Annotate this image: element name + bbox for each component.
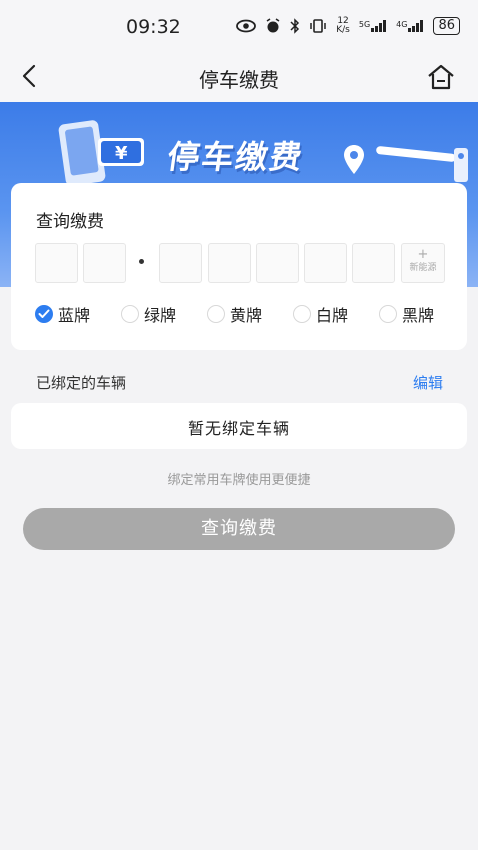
plate-color-blue[interactable]: 蓝牌 <box>35 302 90 326</box>
plate-color-label: 黑牌 <box>402 306 435 325</box>
status-time: 09:32 <box>126 16 181 38</box>
yuan-symbol: ¥ <box>115 143 128 164</box>
plate-char-4[interactable] <box>208 243 251 283</box>
empty-state-text: 暂无绑定车辆 <box>187 419 290 438</box>
plate-color-label: 黄牌 <box>230 306 263 325</box>
query-payment-button[interactable]: 查询缴费 <box>23 508 455 550</box>
edit-link[interactable]: 编辑 <box>413 372 443 393</box>
vibrate-icon <box>310 19 326 33</box>
query-title: 查询缴费 <box>36 212 104 232</box>
net-speed: 12 K/s <box>336 17 350 35</box>
plate-char-5[interactable] <box>256 243 299 283</box>
plate-color-label: 绿牌 <box>144 306 177 325</box>
alarm-icon <box>266 18 280 33</box>
bluetooth-icon <box>290 18 300 34</box>
battery-indicator: 86 <box>433 17 460 35</box>
signal-5g: 5G <box>359 20 387 32</box>
plate-color-black[interactable]: 黑牌 <box>379 302 434 326</box>
signal-icon <box>371 20 387 32</box>
signal-icon <box>408 20 424 32</box>
plus-icon: + <box>417 247 429 262</box>
status-bar: 09:32 12 K/s 5G 4G 86 <box>0 0 478 52</box>
plate-char-7[interactable] <box>352 243 395 283</box>
radio-checked-icon <box>35 305 53 323</box>
plate-color-label: 蓝牌 <box>58 306 91 325</box>
plate-color-white[interactable]: 白牌 <box>293 302 348 326</box>
plate-char-2[interactable] <box>83 243 126 283</box>
bind-hint-text: 绑定常用车牌使用更便捷 <box>167 473 311 488</box>
parking-barrier-illustration <box>376 146 468 182</box>
home-icon[interactable] <box>426 63 456 91</box>
plate-char-3[interactable] <box>159 243 202 283</box>
radio-icon <box>293 305 311 323</box>
radio-icon <box>121 305 139 323</box>
query-card: 查询缴费 + 新能源 蓝牌 绿牌 黄牌 白牌 黑牌 <box>11 183 467 350</box>
banner-title: 停车缴费 <box>165 138 307 176</box>
page-title: 停车缴费 <box>199 68 279 92</box>
sim1-label: 5G <box>358 20 371 29</box>
plate-separator-dot <box>139 259 144 264</box>
bound-vehicles-label: 已绑定的车辆 <box>36 374 127 392</box>
plate-color-label: 白牌 <box>316 306 349 325</box>
eye-icon <box>236 19 257 33</box>
plate-color-yellow[interactable]: 黄牌 <box>207 302 262 326</box>
sim2-label: 4G <box>396 20 408 29</box>
radio-icon <box>379 305 397 323</box>
plate-color-green[interactable]: 绿牌 <box>121 302 176 326</box>
new-energy-label: 新能源 <box>409 263 437 273</box>
new-energy-plate-button[interactable]: + 新能源 <box>401 243 445 283</box>
phone-payment-illustration: ¥ <box>58 120 144 186</box>
plate-char-1[interactable] <box>35 243 78 283</box>
radio-icon <box>207 305 225 323</box>
nav-bar: 停车缴费 <box>0 52 478 102</box>
location-pin-icon <box>344 145 364 174</box>
signal-4g: 4G <box>396 20 424 32</box>
bound-vehicles-card: 暂无绑定车辆 <box>11 403 467 449</box>
status-icons: 12 K/s 5G 4G 86 <box>236 17 460 35</box>
plate-char-6[interactable] <box>304 243 347 283</box>
net-speed-unit: K/s <box>336 25 350 35</box>
